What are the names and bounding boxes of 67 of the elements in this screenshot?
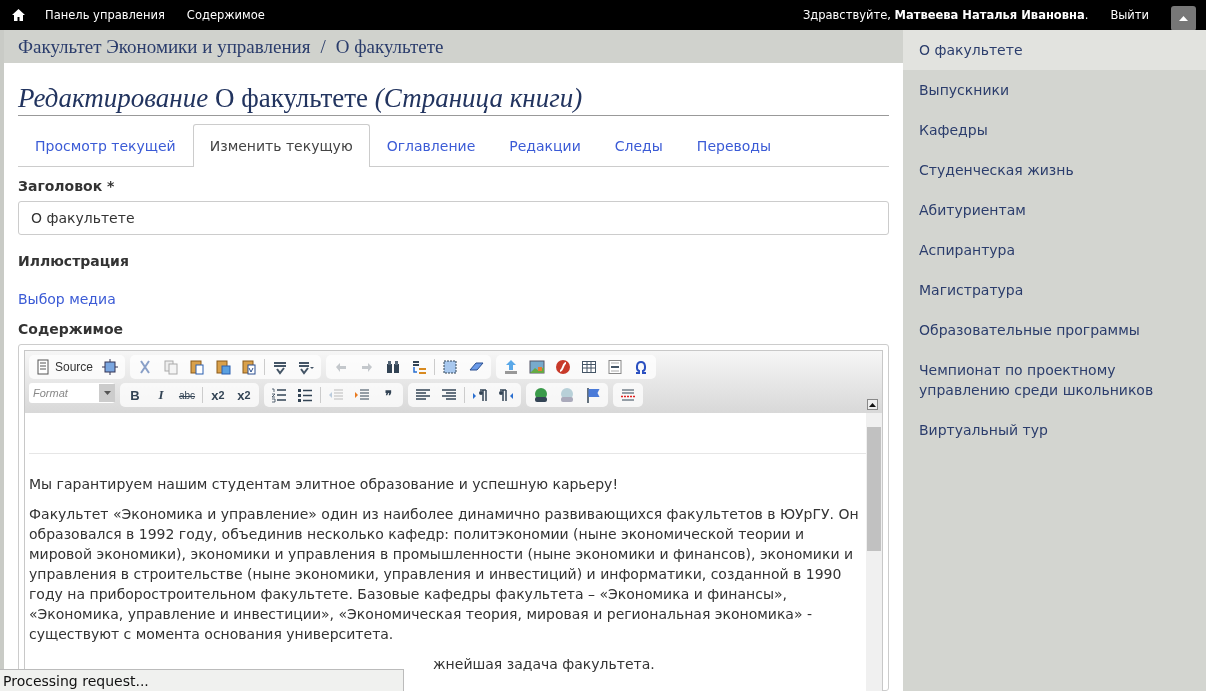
sidebar-item[interactable]: Студенческая жизнь	[903, 150, 1206, 190]
blocks-icon	[102, 359, 119, 375]
tab[interactable]: Следы	[597, 124, 680, 166]
toolbar-toggle-button[interactable]	[1171, 5, 1196, 31]
copy-icon	[163, 359, 180, 375]
strikethrough-button[interactable]: abc	[174, 384, 200, 406]
content-paragraph: Мы гарантируем нашим студентам элитное образование и успешную карьеру!	[29, 475, 619, 494]
source-button[interactable]: Source	[31, 356, 98, 378]
align-left-icon	[415, 387, 431, 403]
blockquote-button[interactable]: ❞	[375, 384, 401, 406]
scrollbar-thumb[interactable]	[867, 427, 881, 551]
home-icon[interactable]	[12, 9, 25, 21]
tab[interactable]: Редакции	[492, 124, 598, 166]
logout-link[interactable]: Выйти	[1110, 8, 1149, 22]
tab[interactable]: Изменить текущую	[192, 124, 370, 167]
sidebar-item[interactable]: Выпускники	[903, 70, 1206, 110]
scrollbar[interactable]	[866, 413, 882, 691]
breadcrumb-link[interactable]: Факультет Экономики и управления	[18, 35, 311, 58]
sidebar-item[interactable]: Чемпионат по проектному управлению среди школьников	[903, 350, 1206, 410]
caret-icon	[1179, 15, 1188, 21]
page-break-icon	[620, 387, 636, 403]
replace-icon	[411, 359, 428, 375]
tab[interactable]: Переводы	[679, 124, 789, 166]
numbered-list-icon	[271, 387, 287, 403]
tab[interactable]: Просмотр текущей	[18, 124, 193, 166]
tab[interactable]: Оглавление	[369, 124, 493, 166]
bulleted-list-icon	[297, 387, 313, 403]
breadcrumb-separator: /	[320, 35, 326, 58]
content-paragraph: жнейшая задача факультета.	[432, 655, 656, 674]
rtl-icon	[498, 387, 514, 403]
outdent-icon	[328, 387, 344, 403]
caret-icon	[103, 391, 111, 395]
media-link[interactable]: Выбор медиа	[18, 291, 889, 307]
indent-icon	[354, 387, 370, 403]
document-icon	[35, 359, 51, 375]
sidebar-item[interactable]: Аспирантура	[903, 230, 1206, 270]
field-label: Заголовок *	[18, 178, 116, 194]
image-icon	[529, 359, 546, 375]
ltr-icon	[472, 387, 488, 403]
paste-word-icon	[241, 359, 258, 375]
breadcrumb-link[interactable]: О факультете	[335, 35, 444, 58]
table-icon	[581, 359, 598, 375]
sidebar-item[interactable]: Магистратура	[903, 270, 1206, 310]
format-dropdown[interactable]: Format	[29, 383, 115, 403]
bold-button[interactable]: B	[122, 384, 148, 406]
greeting-text: Здравствуйте, Матвеева Наталья Ивановна.	[802, 8, 1089, 22]
content-paragraph: Факультет «Экономика и управление» один из наиболее динамично развивающихся факультетов в ЮУрГУ. Он образовался в 1992 году, объединив несколько кафедр: политэкономии (ныне экономической теории и мировой экономики), экономики и управления в промышленности (ныне экономики и финансов), экономики и управления в строительстве (ныне экономики, управления и инвестиций) и информатики, созданной в 1990 году на приборостроительном факультете. Базовые кафедры факультета – «Экономика и финансы», «Экономика, управление и инвестиции», «Экономическая теория, мировая и региональная экономика» - существуют с момента основания университета.	[29, 505, 860, 644]
sidebar-item[interactable]: Кафедры	[903, 110, 1206, 150]
paste-text-icon	[215, 359, 232, 375]
paste-icon	[189, 359, 206, 375]
italic-button[interactable]: I	[148, 384, 174, 406]
field-label: Содержимое	[18, 321, 124, 337]
toolbar-link[interactable]: Содержимое	[186, 8, 265, 22]
sidebar-item[interactable]: Виртуальный тур	[903, 410, 1206, 450]
sidebar-item[interactable]: Абитуриентам	[903, 190, 1206, 230]
flag-icon	[585, 387, 601, 403]
field-label: Иллюстрация	[18, 253, 130, 269]
upload-icon	[503, 359, 520, 375]
select-all-icon	[442, 359, 459, 375]
toolbar-link[interactable]: Панель управления	[45, 8, 165, 22]
sidebar-item[interactable]: О факультете	[903, 30, 1206, 70]
align-right-icon	[441, 387, 457, 403]
status-message: Processing request...	[0, 669, 404, 691]
collapse-toolbar-icon[interactable]	[867, 399, 878, 410]
title-input-field[interactable]: О факультете	[18, 201, 889, 235]
page-title: Редактирование О факультете (Страница книги)	[18, 81, 889, 116]
sidebar-item[interactable]: Образовательные программы	[903, 310, 1206, 350]
